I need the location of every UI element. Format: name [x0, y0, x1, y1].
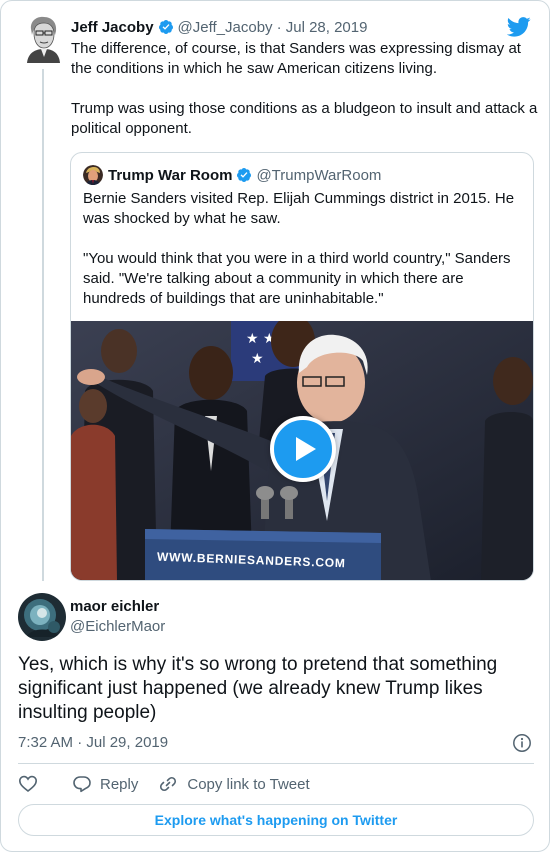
- copy-link-label: Copy link to Tweet: [187, 775, 310, 793]
- tweet-embed-card: Jeff Jacoby @Jeff_Jacoby · Jul 28, 2019 …: [0, 0, 550, 852]
- quoted-tweet-paragraph-2: "You would think that you were in a thir…: [83, 250, 511, 307]
- quoted-tweet-paragraph-1: Bernie Sanders visited Rep. Elijah Cummi…: [83, 190, 515, 227]
- parent-tweet-paragraph-1: The difference, of course, is that Sande…: [71, 40, 521, 77]
- main-tweet-timestamp[interactable]: 7:32 AM · Jul 29, 2019: [18, 734, 168, 751]
- quoted-tweet[interactable]: Trump War Room @TrumpWarRoom Bernie Sand…: [70, 152, 534, 581]
- svg-text:★: ★: [251, 351, 264, 367]
- play-icon: [296, 437, 316, 461]
- explore-twitter-button[interactable]: Explore what's happening on Twitter: [18, 804, 534, 836]
- reply-icon: [73, 776, 91, 793]
- actions-divider: [18, 763, 534, 764]
- like-button[interactable]: [18, 774, 38, 794]
- trump-war-room-avatar: [83, 165, 103, 185]
- quoted-author-handle: @TrumpWarRoom: [256, 166, 382, 184]
- reply-label: Reply: [100, 775, 139, 793]
- play-button[interactable]: [270, 416, 336, 482]
- main-tweet-text: Yes, which is why it's so wrong to prete…: [18, 654, 498, 723]
- verified-badge-icon: [237, 168, 252, 182]
- parent-tweet-text: The difference, of course, is that Sande…: [71, 39, 539, 139]
- jeff-jacoby-avatar[interactable]: [25, 15, 61, 63]
- quoted-author-name: Trump War Room: [108, 166, 233, 184]
- info-icon[interactable]: [512, 733, 532, 753]
- quoted-tweet-text: Bernie Sanders visited Rep. Elijah Cummi…: [83, 189, 523, 309]
- thread-connector-line: [42, 69, 44, 581]
- avatar-image: [18, 593, 66, 641]
- maor-eichler-avatar[interactable]: [18, 593, 66, 641]
- quoted-tweet-header: Trump War Room @TrumpWarRoom: [83, 165, 381, 185]
- twitter-bird-icon[interactable]: [507, 17, 531, 37]
- parent-tweet-header: Jeff Jacoby @Jeff_Jacoby · Jul 28, 2019: [71, 17, 489, 37]
- reply-button[interactable]: Reply: [72, 774, 138, 794]
- copy-link-button[interactable]: Copy link to Tweet: [158, 774, 310, 794]
- parent-author-handle[interactable]: @Jeff_Jacoby: [178, 19, 273, 36]
- parent-tweet-paragraph-2: Trump was using those conditions as a bl…: [71, 100, 538, 137]
- parent-tweet-date[interactable]: · Jul 28, 2019: [277, 19, 368, 36]
- video-thumbnail[interactable]: ★ ★ ★ WWW.BERNIESANDERS.COM: [71, 321, 533, 580]
- parent-author-name[interactable]: Jeff Jacoby: [71, 19, 154, 36]
- tweet-actions: Reply Copy link to Tweet: [18, 772, 310, 796]
- main-author-name[interactable]: maor eichler: [70, 598, 159, 615]
- heart-icon: [18, 775, 38, 793]
- main-author-handle[interactable]: @EichlerMaor: [70, 618, 165, 635]
- verified-badge-icon: [158, 20, 173, 34]
- link-icon: [160, 776, 177, 792]
